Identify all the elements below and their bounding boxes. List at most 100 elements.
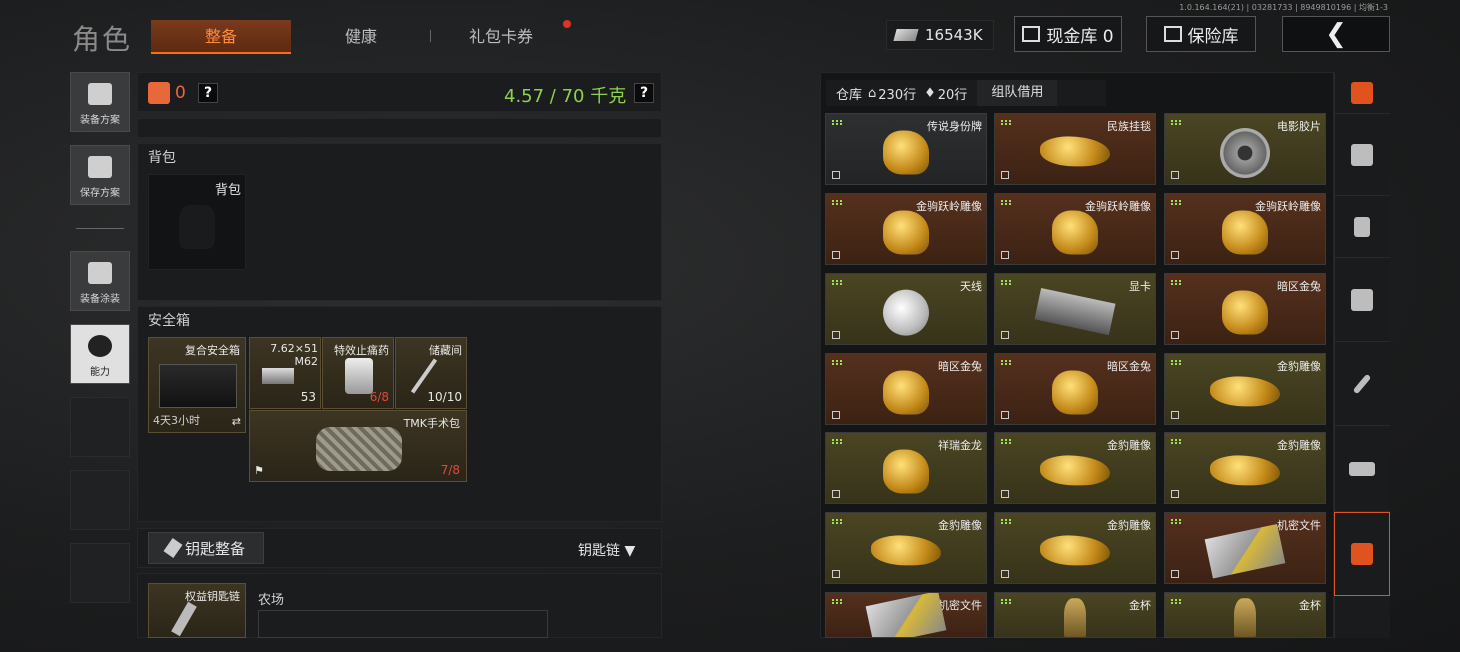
keychain-slot[interactable]: 权益钥匙链 xyxy=(148,583,246,638)
safe-label: 保险库 xyxy=(1187,26,1239,47)
side-keys-button[interactable] xyxy=(1334,342,1390,426)
warehouse-item[interactable]: 暗区金兔 xyxy=(825,353,987,425)
warehouse-item[interactable]: 电影胶片 xyxy=(1164,113,1326,185)
key-loadout-button[interactable]: 钥匙整备 xyxy=(148,532,264,564)
ammo-box-icon xyxy=(262,368,294,384)
keychain-label: 钥匙链 xyxy=(578,543,620,559)
rarity-pip-icon xyxy=(832,280,842,285)
surgery-kit-count: 7/8 xyxy=(440,463,460,477)
key-count: 10/10 xyxy=(427,390,462,404)
help-button[interactable]: ? xyxy=(198,83,218,103)
side-gear-button[interactable] xyxy=(1334,196,1390,258)
side-cash-button[interactable] xyxy=(1334,426,1390,512)
backpack-silhouette-icon xyxy=(179,205,215,249)
backpack-slot[interactable]: 背包 xyxy=(148,174,246,270)
rarity-pip-icon xyxy=(1171,439,1181,444)
warehouse-item[interactable]: 暗区金兔 xyxy=(994,353,1156,425)
rarity-pip-icon xyxy=(832,519,842,524)
medicine-item[interactable]: 特效止痛药 6/8 xyxy=(322,337,394,409)
warehouse-item[interactable]: 金豹雕像 xyxy=(1164,353,1326,425)
rail-ability[interactable]: 能力 xyxy=(70,324,130,384)
tab-team-borrow[interactable]: 组队借用 xyxy=(977,80,1058,106)
film-reel-icon xyxy=(1220,128,1270,178)
weight-help-button[interactable]: ? xyxy=(634,83,654,103)
gold-statue-icon xyxy=(883,210,929,255)
rail-save-plan[interactable]: 保存方案 xyxy=(70,145,130,205)
exit-icon xyxy=(832,490,840,498)
cube-icon xyxy=(1001,171,1009,179)
safe-icon xyxy=(1163,26,1182,42)
safebox-item[interactable]: 复合安全箱 4天3小时 ⇄ xyxy=(148,337,246,433)
tab-warehouse[interactable]: 仓库 xyxy=(826,84,868,103)
warehouse-item-name: 暗区金兔 xyxy=(1107,360,1151,373)
warehouse-item[interactable]: 金驹跃岭雕像 xyxy=(994,193,1156,265)
rarity-pip-icon xyxy=(1171,280,1181,285)
bag-count: 0 xyxy=(175,83,186,103)
warehouse-item[interactable]: 金豹雕像 xyxy=(825,512,987,584)
gold-leopard-icon xyxy=(1040,455,1110,486)
warehouse-item[interactable]: 金驹跃岭雕像 xyxy=(825,193,987,265)
warehouse-item-name: 金驹跃岭雕像 xyxy=(916,200,982,213)
warehouse-item-name: 金豹雕像 xyxy=(1107,439,1151,452)
rarity-pip-icon xyxy=(1001,200,1011,205)
key-icon xyxy=(163,538,183,558)
weight-value: 4.57 / 70 千克 xyxy=(504,86,627,107)
side-sort-button[interactable] xyxy=(1334,72,1390,114)
tab-loadout[interactable]: 整备 xyxy=(151,20,291,54)
rail-empty-slot xyxy=(70,397,130,457)
rail-loadout-plan[interactable]: 装备方案 xyxy=(70,72,130,132)
ammo-count: 53 xyxy=(300,390,316,404)
back-button[interactable]: ❮ xyxy=(1282,16,1390,52)
surgery-bag-icon xyxy=(316,427,402,471)
tab-health[interactable]: 健康 xyxy=(300,20,422,54)
rarity-pip-icon xyxy=(1171,120,1181,125)
warehouse-item-name: 金杯 xyxy=(1299,599,1321,612)
warehouse-item[interactable]: 金豹雕像 xyxy=(1164,432,1326,504)
warehouse-item[interactable]: 金杯 xyxy=(1164,592,1326,638)
rarity-pip-icon xyxy=(832,360,842,365)
rail-paint[interactable]: 装备涂装 xyxy=(70,251,130,311)
side-collection-button[interactable] xyxy=(1334,512,1390,596)
exit-icon xyxy=(1001,490,1009,498)
side-valuables-button[interactable] xyxy=(1334,258,1390,342)
warehouse-item[interactable]: 金豹雕像 xyxy=(994,512,1156,584)
warehouse-item[interactable]: 金豹雕像 xyxy=(994,432,1156,504)
warehouse-item[interactable]: 显卡 xyxy=(994,273,1156,345)
warehouse-item[interactable]: 金杯 xyxy=(994,592,1156,638)
warehouse-item[interactable]: 机密文件 xyxy=(1164,512,1326,584)
keychain-slot-name: 权益钥匙链 xyxy=(185,590,240,603)
secret-document-icon xyxy=(865,593,947,637)
rail-label: 保存方案 xyxy=(80,188,120,199)
farm-slot[interactable] xyxy=(258,610,548,638)
safe-button[interactable]: 保险库 xyxy=(1146,16,1256,52)
ticket-icon: ♦ xyxy=(924,85,936,101)
rail-divider xyxy=(76,228,124,229)
pill-bottle-icon xyxy=(345,358,373,394)
warehouse-item[interactable]: 暗区金兔 xyxy=(1164,273,1326,345)
rarity-pip-icon xyxy=(832,439,842,444)
cash-vault-button[interactable]: 现金库 0 xyxy=(1014,16,1122,52)
warehouse-item[interactable]: 天线 xyxy=(825,273,987,345)
keychain-dropdown[interactable]: 钥匙链 ▼ xyxy=(578,540,635,560)
backpack-section-title: 背包 xyxy=(148,150,176,166)
key-item[interactable]: 储藏间 10/10 xyxy=(395,337,467,409)
warehouse-item[interactable]: 祥瑞金龙 xyxy=(825,432,987,504)
warehouse-item-name: 传说身份牌 xyxy=(927,120,982,133)
warehouse-item[interactable]: 机密文件 xyxy=(825,592,987,638)
medicine-count: 6/8 xyxy=(369,390,389,404)
warehouse-item[interactable]: 民族挂毯 xyxy=(994,113,1156,185)
side-home-button[interactable] xyxy=(1334,114,1390,196)
backpack-slot-label: 背包 xyxy=(214,183,241,198)
cube-icon xyxy=(1001,251,1009,259)
warehouse-item-name: 显卡 xyxy=(1129,280,1151,293)
surgery-kit-item[interactable]: TMK手术包 ⚑ 7/8 xyxy=(249,410,467,482)
warehouse-item[interactable]: 传说身份牌 xyxy=(825,113,987,185)
medicine-name: 特效止痛药 xyxy=(334,344,389,357)
swap-icon[interactable]: ⇄ xyxy=(232,415,241,428)
home-icon xyxy=(1351,143,1373,166)
warehouse-item[interactable]: 金驹跃岭雕像 xyxy=(1164,193,1326,265)
tab-gift-cards[interactable]: 礼包卡券 xyxy=(440,20,562,54)
chevron-left-icon: ❮ xyxy=(1325,19,1347,49)
gold-statue-icon xyxy=(1052,370,1098,415)
ammo-item[interactable]: 7.62×51 M62 53 xyxy=(249,337,321,409)
